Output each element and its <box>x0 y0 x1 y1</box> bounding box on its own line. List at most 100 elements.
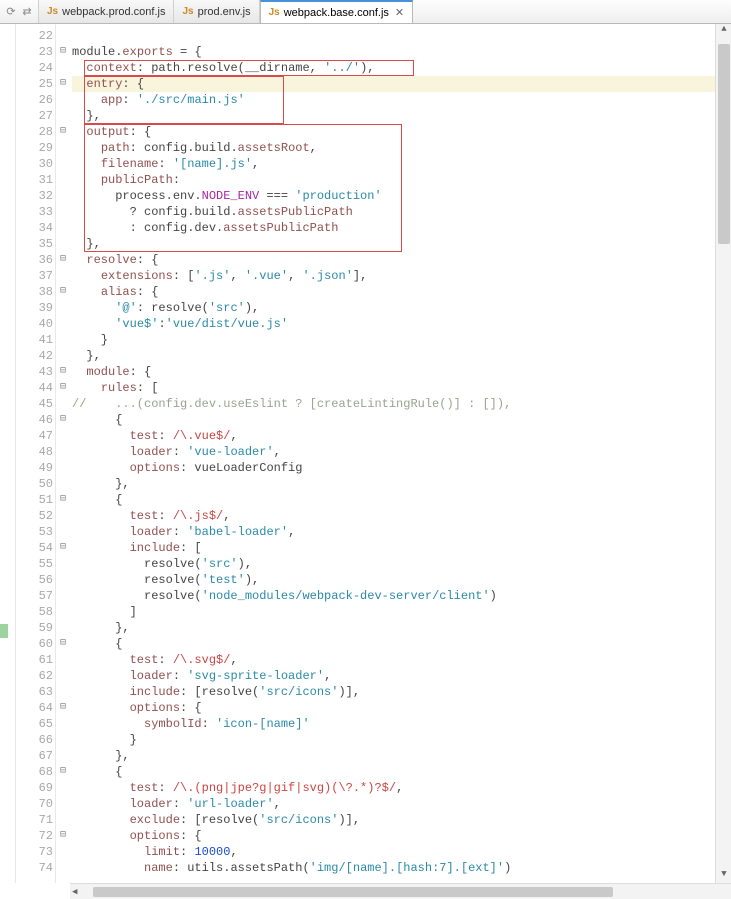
code-line[interactable]: }, <box>72 236 715 252</box>
tab-webpack-base-conf-js[interactable]: Jswebpack.base.conf.js✕ <box>260 0 414 23</box>
fold-marker <box>56 732 70 748</box>
code-line[interactable]: module.exports = { <box>72 44 715 60</box>
fold-marker[interactable]: ⊟ <box>56 412 70 428</box>
code-line[interactable]: // ...(config.dev.useEslint ? [createLin… <box>72 396 715 412</box>
fold-marker <box>56 396 70 412</box>
fold-marker <box>56 444 70 460</box>
scroll-left-arrow[interactable]: ◀ <box>70 887 79 897</box>
scroll-down-arrow[interactable]: ▼ <box>716 869 731 883</box>
fold-marker[interactable]: ⊟ <box>56 364 70 380</box>
code-line[interactable]: }, <box>72 620 715 636</box>
tab-prod-env-js[interactable]: Jsprod.env.js <box>174 0 259 23</box>
code-line[interactable]: ] <box>72 604 715 620</box>
code-line[interactable]: resolve('test'), <box>72 572 715 588</box>
code-line[interactable]: exclude: [resolve('src/icons')], <box>72 812 715 828</box>
scroll-up-arrow[interactable]: ▲ <box>716 24 731 38</box>
code-area[interactable]: module.exports = { context: path.resolve… <box>70 24 715 883</box>
code-line[interactable]: limit: 10000, <box>72 844 715 860</box>
code-line[interactable]: { <box>72 412 715 428</box>
change-marker <box>0 624 8 638</box>
vertical-scrollbar[interactable]: ▲ ▼ <box>715 24 731 883</box>
fold-marker[interactable]: ⊟ <box>56 764 70 780</box>
code-line[interactable] <box>72 28 715 44</box>
code-line[interactable]: context: path.resolve(__dirname, '../'), <box>72 60 715 76</box>
code-line[interactable]: resolve('node_modules/webpack-dev-server… <box>72 588 715 604</box>
code-line[interactable]: options: { <box>72 828 715 844</box>
fold-marker <box>56 188 70 204</box>
code-line[interactable]: { <box>72 764 715 780</box>
code-line[interactable]: ? config.build.assetsPublicPath <box>72 204 715 220</box>
code-line[interactable]: }, <box>72 108 715 124</box>
code-line[interactable]: entry: { <box>72 76 715 92</box>
fold-marker[interactable]: ⊟ <box>56 76 70 92</box>
fold-marker <box>56 748 70 764</box>
code-line[interactable]: loader: 'babel-loader', <box>72 524 715 540</box>
tab-label: prod.env.js <box>198 6 251 18</box>
code-line[interactable]: extensions: ['.js', '.vue', '.json'], <box>72 268 715 284</box>
code-line[interactable]: loader: 'svg-sprite-loader', <box>72 668 715 684</box>
fold-marker <box>56 860 70 876</box>
code-line[interactable]: filename: '[name].js', <box>72 156 715 172</box>
vertical-scroll-thumb[interactable] <box>718 44 730 244</box>
code-line[interactable]: symbolId: 'icon-[name]' <box>72 716 715 732</box>
fold-marker[interactable]: ⊟ <box>56 700 70 716</box>
fold-marker[interactable]: ⊟ <box>56 44 70 60</box>
code-line[interactable]: options: vueLoaderConfig <box>72 460 715 476</box>
marker-gutter <box>0 24 16 883</box>
code-line[interactable]: loader: 'url-loader', <box>72 796 715 812</box>
code-line[interactable]: output: { <box>72 124 715 140</box>
fold-marker[interactable]: ⊟ <box>56 828 70 844</box>
code-line[interactable]: loader: 'vue-loader', <box>72 444 715 460</box>
fold-marker[interactable]: ⊟ <box>56 284 70 300</box>
code-line[interactable]: app: './src/main.js' <box>72 92 715 108</box>
code-line[interactable]: publicPath: <box>72 172 715 188</box>
fold-marker <box>56 204 70 220</box>
fold-marker <box>56 620 70 636</box>
code-line[interactable]: path: config.build.assetsRoot, <box>72 140 715 156</box>
fold-marker <box>56 716 70 732</box>
horizontal-scroll-thumb[interactable] <box>93 887 613 897</box>
code-line[interactable]: '@': resolve('src'), <box>72 300 715 316</box>
code-line[interactable]: test: /\.svg$/, <box>72 652 715 668</box>
code-line[interactable]: include: [ <box>72 540 715 556</box>
sync-icon[interactable]: ⟳ <box>4 5 18 19</box>
link-icon[interactable]: ⇄ <box>20 5 34 19</box>
code-line[interactable]: resolve: { <box>72 252 715 268</box>
code-line[interactable]: : config.dev.assetsPublicPath <box>72 220 715 236</box>
code-line[interactable]: } <box>72 332 715 348</box>
code-line[interactable]: test: /\.js$/, <box>72 508 715 524</box>
fold-marker <box>56 172 70 188</box>
code-line[interactable]: }, <box>72 748 715 764</box>
code-line[interactable]: rules: [ <box>72 380 715 396</box>
close-icon[interactable]: ✕ <box>395 6 404 19</box>
code-line[interactable]: }, <box>72 348 715 364</box>
code-line[interactable]: options: { <box>72 700 715 716</box>
code-line[interactable]: }, <box>72 476 715 492</box>
editor-root: ⟳ ⇄ Jswebpack.prod.conf.jsJsprod.env.jsJ… <box>0 0 731 899</box>
fold-marker <box>56 844 70 860</box>
code-line[interactable]: 'vue$':'vue/dist/vue.js' <box>72 316 715 332</box>
horizontal-scrollbar[interactable]: ◀ <box>70 883 731 899</box>
fold-marker[interactable]: ⊟ <box>56 252 70 268</box>
fold-marker[interactable]: ⊟ <box>56 380 70 396</box>
code-line[interactable]: { <box>72 636 715 652</box>
code-line[interactable]: module: { <box>72 364 715 380</box>
fold-marker[interactable]: ⊟ <box>56 124 70 140</box>
code-line[interactable]: name: utils.assetsPath('img/[name].[hash… <box>72 860 715 876</box>
line-number-gutter: 22 23 24 25 26 27 28 29 30 31 32 33 34 3… <box>16 24 56 883</box>
tab-webpack-prod-conf-js[interactable]: Jswebpack.prod.conf.js <box>39 0 174 23</box>
code-line[interactable]: } <box>72 732 715 748</box>
code-line[interactable]: test: /\.vue$/, <box>72 428 715 444</box>
code-line[interactable]: test: /\.(png|jpe?g|gif|svg)(\?.*)?$/, <box>72 780 715 796</box>
fold-marker[interactable]: ⊟ <box>56 540 70 556</box>
code-line[interactable]: alias: { <box>72 284 715 300</box>
code-line[interactable]: resolve('src'), <box>72 556 715 572</box>
fold-marker <box>56 348 70 364</box>
fold-marker[interactable]: ⊟ <box>56 492 70 508</box>
code-line[interactable]: include: [resolve('src/icons')], <box>72 684 715 700</box>
fold-marker <box>56 476 70 492</box>
fold-marker <box>56 332 70 348</box>
fold-marker[interactable]: ⊟ <box>56 636 70 652</box>
code-line[interactable]: process.env.NODE_ENV === 'production' <box>72 188 715 204</box>
code-line[interactable]: { <box>72 492 715 508</box>
